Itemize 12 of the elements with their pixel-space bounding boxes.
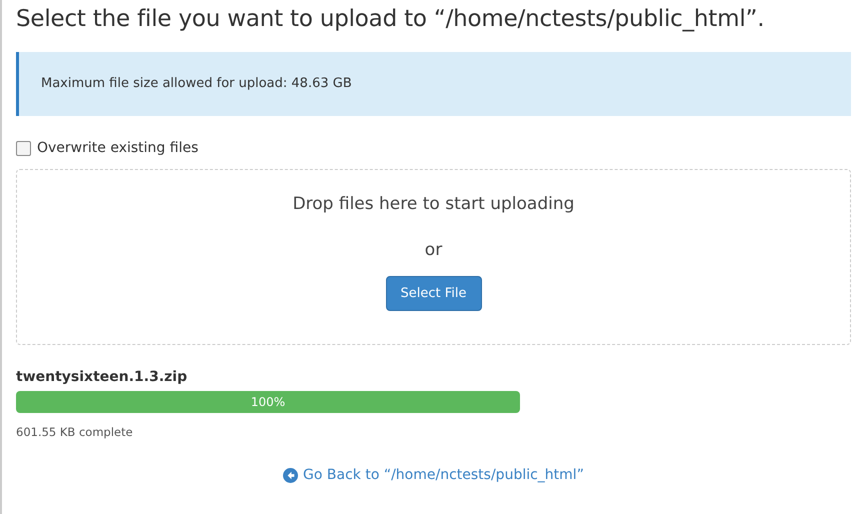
progress-percent: 100% bbox=[250, 395, 286, 409]
info-alert: Maximum file size allowed for upload: 48.63 GB bbox=[16, 52, 851, 116]
or-text: or bbox=[424, 240, 442, 260]
overwrite-checkbox[interactable] bbox=[16, 140, 31, 156]
drop-zone[interactable]: Drop files here to start uploading or Select File bbox=[16, 169, 851, 345]
drop-text: Drop files here to start uploading bbox=[292, 194, 574, 214]
select-file-button[interactable]: Select File bbox=[386, 276, 482, 311]
file-name: twentysixteen.1.3.zip bbox=[16, 369, 188, 385]
page-title: Select the file you want to upload to “/home/nctests/public_html”. bbox=[16, 6, 766, 32]
upload-status: 601.55 KB complete bbox=[16, 425, 134, 439]
go-back-link[interactable]: Go Back to “/home/nctests/public_html” bbox=[283, 467, 584, 483]
checkbox-label[interactable]: Overwrite existing files bbox=[37, 140, 198, 156]
